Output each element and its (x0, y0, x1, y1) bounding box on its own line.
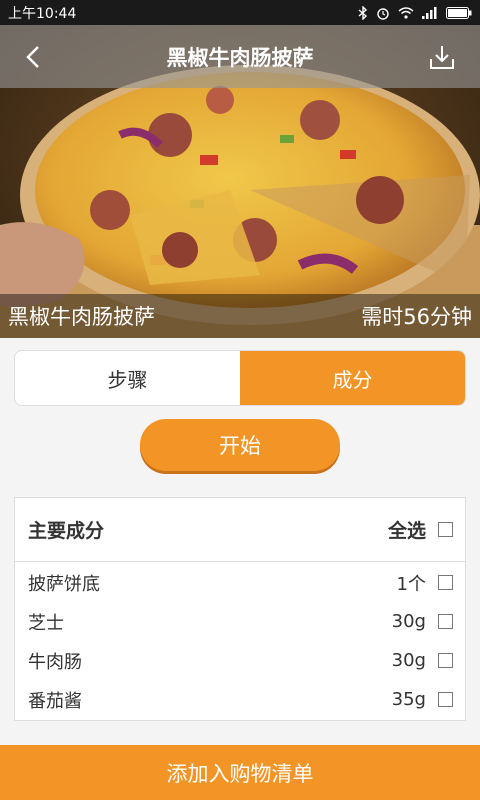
back-button[interactable] (18, 41, 50, 73)
ingredient-qty: 30g (391, 650, 426, 671)
ingredients-header: 主要成分 全选 (15, 498, 465, 562)
alarm-icon (377, 7, 389, 20)
ingredient-list: 披萨饼底 1个 芝士 30g 牛肉肠 30g 番茄酱 35g (15, 562, 465, 719)
battery-icon (446, 6, 472, 19)
select-all-label: 全选 (387, 520, 426, 542)
bluetooth-icon (358, 5, 368, 20)
start-button[interactable]: 开始 (140, 419, 340, 471)
ingredient-row: 番茄酱 35g (15, 680, 465, 719)
wifi-icon (398, 6, 414, 19)
status-bar: 上午10:44 (0, 0, 480, 25)
select-all-checkbox[interactable] (438, 522, 453, 537)
top-bar: 黑椒牛肉肠披萨 (0, 25, 480, 88)
download-button[interactable] (426, 41, 458, 73)
ingredient-row: 芝士 30g (15, 602, 465, 641)
cook-duration: 需时56分钟 (361, 305, 472, 329)
signal-icon (422, 6, 437, 19)
ingredient-qty: 35g (391, 689, 426, 710)
ingredients-heading: 主要成分 (28, 520, 105, 542)
dish-name: 黑椒牛肉肠披萨 (8, 305, 155, 329)
ingredient-row: 牛肉肠 30g (15, 641, 465, 680)
ingredient-checkbox[interactable] (438, 653, 453, 668)
status-time: 上午10:44 (8, 5, 77, 22)
tab-ingredients[interactable]: 成分 (240, 351, 465, 405)
ingredient-row: 披萨饼底 1个 (15, 563, 465, 602)
ingredient-name: 牛肉肠 (28, 651, 82, 673)
ingredients-panel: 主要成分 全选 披萨饼底 1个 芝士 30g 牛肉肠 30g 番茄酱 35g (14, 497, 466, 721)
recipe-hero: 黑椒牛肉肠披萨 黑椒牛肉肠披萨 需时56分钟 (0, 25, 480, 338)
ingredient-qty: 30g (391, 611, 426, 632)
add-to-shopping-list-button[interactable]: 添加入购物清单 (0, 745, 480, 800)
ingredient-name: 番茄酱 (28, 690, 82, 712)
ingredient-checkbox[interactable] (438, 614, 453, 629)
ingredient-name: 芝士 (28, 612, 64, 634)
ingredient-qty: 1个 (396, 573, 426, 595)
status-icons (358, 5, 472, 20)
hero-caption: 黑椒牛肉肠披萨 需时56分钟 (0, 294, 480, 338)
ingredient-checkbox[interactable] (438, 575, 453, 590)
ingredient-checkbox[interactable] (438, 692, 453, 707)
page-title: 黑椒牛肉肠披萨 (166, 45, 314, 70)
ingredient-name: 披萨饼底 (28, 573, 100, 595)
tab-steps[interactable]: 步骤 (15, 351, 240, 405)
recipe-tabs: 步骤 成分 (14, 350, 466, 406)
